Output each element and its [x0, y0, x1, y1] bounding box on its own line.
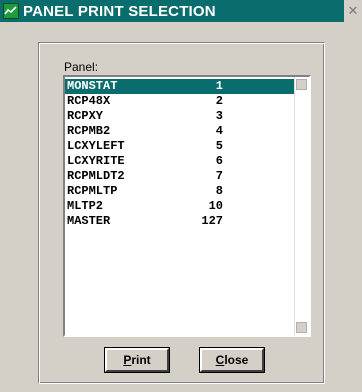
panel-list: MONSTAT 1 RCP48X 2 RCPXY 3 RCPMB2 4 LCXYLEFT 5 LCX…	[65, 77, 297, 229]
list-item-name: RCPMLDT2	[67, 169, 125, 183]
list-item[interactable]: LCXYLEFT 5	[65, 139, 297, 154]
list-item-name: LCXYLEFT	[67, 139, 125, 153]
panel-listbox[interactable]: MONSTAT 1 RCP48X 2 RCPXY 3 RCPMB2 4 LCXYLEFT 5 LCX…	[63, 75, 311, 337]
list-item-name: LCXYRITE	[67, 154, 125, 168]
list-item-name: MASTER	[67, 214, 111, 228]
list-item-number: 5	[215, 139, 223, 153]
print-label: rint	[131, 353, 151, 367]
list-item-name: RCPMB2	[67, 124, 111, 138]
list-item-name: RCP48X	[67, 94, 111, 108]
app-icon	[3, 3, 19, 19]
list-item[interactable]: RCPMLDT2 7	[65, 169, 297, 184]
list-item[interactable]: LCXYRITE 6	[65, 154, 297, 169]
panel-label: Panel:	[64, 60, 99, 74]
list-item[interactable]: MLTP2 10	[65, 199, 297, 214]
list-item[interactable]: RCP48X 2	[65, 94, 297, 109]
close-label: lose	[224, 353, 249, 367]
close-icon: ✕	[347, 3, 359, 18]
print-mnemonic: P	[123, 353, 132, 367]
list-item[interactable]: MASTER 127	[65, 214, 297, 229]
close-button[interactable]: Close	[200, 348, 264, 372]
list-item-number: 7	[215, 169, 223, 183]
list-item-name: RCPMLTP	[67, 184, 118, 198]
scroll-down-button[interactable]	[296, 322, 307, 333]
list-item-number: 1	[215, 79, 223, 93]
window-title: PANEL PRINT SELECTION	[23, 2, 216, 20]
list-item-number: 4	[215, 124, 223, 138]
list-item-number: 127	[201, 214, 223, 228]
scroll-up-button[interactable]	[296, 79, 307, 90]
vertical-scrollbar[interactable]	[294, 77, 309, 335]
close-mnemonic: C	[215, 353, 225, 367]
list-item[interactable]: RCPXY 3	[65, 109, 297, 124]
list-item-name: MLTP2	[67, 199, 104, 213]
dialog-client-area: Panel: MONSTAT 1 RCP48X 2 RCPXY 3 RCPMB2 4 LCXYL…	[0, 22, 362, 392]
list-item[interactable]: MONSTAT 1	[65, 79, 297, 94]
list-item-number: 6	[215, 154, 223, 168]
list-item[interactable]: RCPMB2 4	[65, 124, 297, 139]
list-item-name: RCPXY	[67, 109, 104, 123]
list-item[interactable]: RCPMLTP 8	[65, 184, 297, 199]
list-item-name: MONSTAT	[67, 79, 118, 93]
list-item-number: 3	[215, 109, 223, 123]
list-item-number: 10	[208, 199, 223, 213]
title-bar[interactable]: PANEL PRINT SELECTION ✕	[0, 0, 362, 22]
print-button[interactable]: Print	[105, 348, 169, 372]
list-item-number: 8	[215, 184, 223, 198]
list-item-number: 2	[215, 94, 223, 108]
close-window-button[interactable]: ✕	[344, 0, 362, 22]
